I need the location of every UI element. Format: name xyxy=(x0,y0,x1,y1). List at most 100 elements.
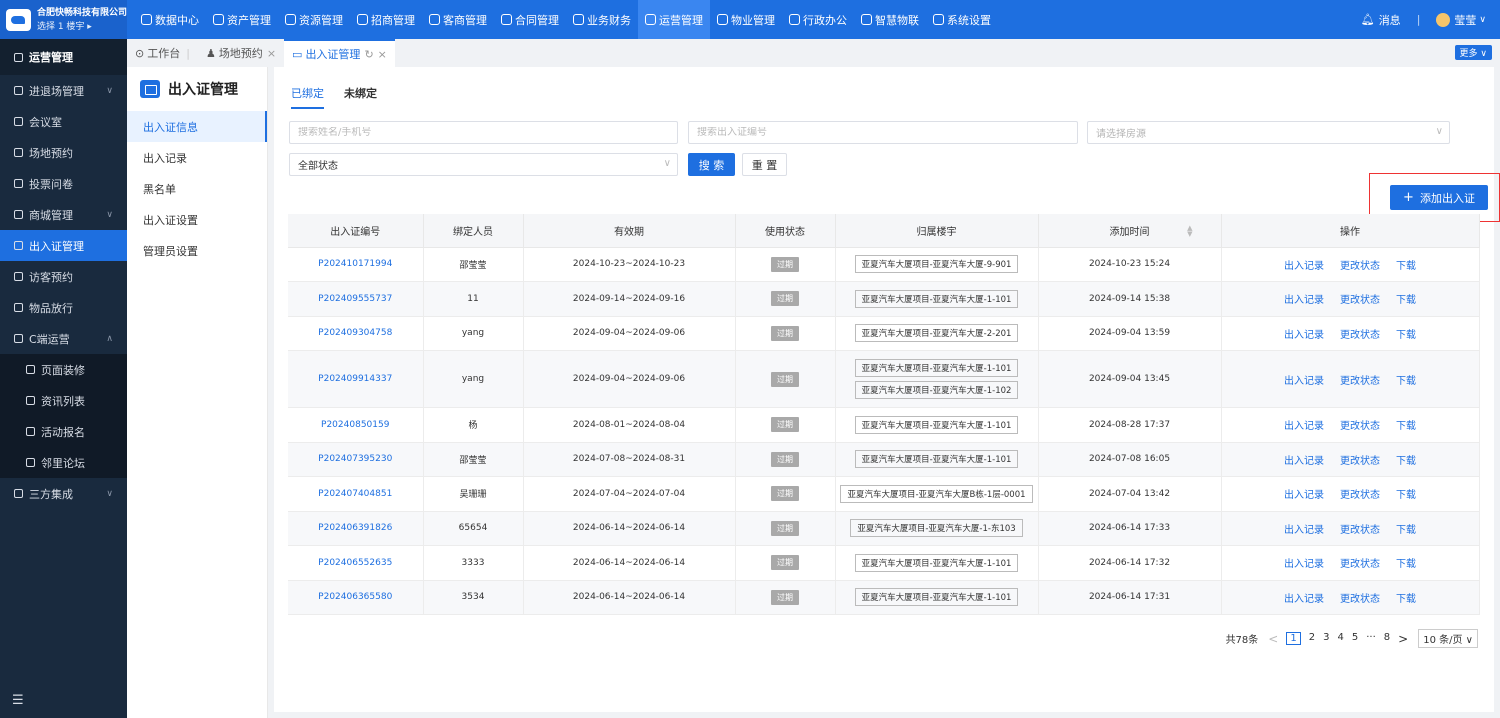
top-nav-item[interactable]: 业务财务 xyxy=(566,0,638,39)
change-status-link[interactable]: 更改状态 xyxy=(1340,421,1380,432)
top-nav-item[interactable]: 系统设置 xyxy=(926,0,998,39)
sidebar-item[interactable]: 邻里论坛 xyxy=(0,447,127,478)
change-status-link[interactable]: 更改状态 xyxy=(1340,261,1380,272)
sub-menu-item[interactable]: 管理员设置 xyxy=(127,235,267,266)
add-pass-button[interactable]: + 添加出入证 xyxy=(1390,185,1488,210)
page-number[interactable]: 8 xyxy=(1384,632,1390,645)
page-size-select[interactable]: 10 条/页 ∨ xyxy=(1418,629,1478,648)
next-page-icon[interactable]: > xyxy=(1398,632,1408,646)
sidebar-item[interactable]: 资讯列表 xyxy=(0,385,127,416)
name-phone-search-field[interactable] xyxy=(289,121,678,144)
sidebar-item[interactable]: 三方集成 ∨ xyxy=(0,478,127,509)
page-number[interactable]: 2 xyxy=(1309,632,1315,645)
tab-pass-management[interactable]: ▭ 出入证管理 ↻ × xyxy=(284,39,395,67)
sidebar-item[interactable]: 访客预约 xyxy=(0,261,127,292)
page-number[interactable]: 1 xyxy=(1286,632,1301,645)
sidebar-item[interactable]: 出入证管理 xyxy=(0,230,127,261)
pass-code-link[interactable]: P20240850159 xyxy=(288,407,424,443)
sidebar-item[interactable]: 商城管理 ∨ xyxy=(0,199,127,230)
close-icon[interactable]: × xyxy=(267,47,276,60)
pass-code-link[interactable]: P202407395230 xyxy=(288,442,424,477)
collapse-menu-icon[interactable]: ☰ xyxy=(12,693,24,708)
sidebar-item[interactable]: 活动报名 xyxy=(0,416,127,447)
access-records-link[interactable]: 出入记录 xyxy=(1284,330,1324,341)
room-select[interactable]: 请选择房源 ∨ xyxy=(1087,121,1450,144)
page-number[interactable]: 5 xyxy=(1352,632,1358,645)
sub-menu-item[interactable]: 出入记录 xyxy=(127,142,267,173)
pass-code-search-input[interactable] xyxy=(697,127,1077,138)
download-link[interactable]: 下载 xyxy=(1396,490,1416,501)
sub-menu-item[interactable]: 出入证设置 xyxy=(127,204,267,235)
top-nav-item[interactable]: 招商管理 xyxy=(350,0,422,39)
download-link[interactable]: 下载 xyxy=(1396,594,1416,605)
top-nav-item[interactable]: 资源管理 xyxy=(278,0,350,39)
status-select[interactable]: 全部状态 ∨ xyxy=(289,153,678,176)
change-status-link[interactable]: 更改状态 xyxy=(1340,559,1380,570)
access-records-link[interactable]: 出入记录 xyxy=(1284,490,1324,501)
top-nav-item[interactable]: 物业管理 xyxy=(710,0,782,39)
search-button[interactable]: 搜 索 xyxy=(688,153,735,176)
change-status-link[interactable]: 更改状态 xyxy=(1340,594,1380,605)
download-link[interactable]: 下载 xyxy=(1396,456,1416,467)
page-number[interactable]: 3 xyxy=(1323,632,1329,645)
brand-switcher[interactable]: 合肥快畅科技有限公司 选择 1 楼宇 ▸ xyxy=(0,0,127,39)
access-records-link[interactable]: 出入记录 xyxy=(1284,559,1324,570)
top-nav-item[interactable]: 运营管理 xyxy=(638,0,710,39)
download-link[interactable]: 下载 xyxy=(1396,376,1416,387)
download-link[interactable]: 下载 xyxy=(1396,330,1416,341)
top-nav-item[interactable]: 资产管理 xyxy=(206,0,278,39)
change-status-link[interactable]: 更改状态 xyxy=(1340,456,1380,467)
access-records-link[interactable]: 出入记录 xyxy=(1284,456,1324,467)
download-link[interactable]: 下载 xyxy=(1396,295,1416,306)
sidebar-item[interactable]: 会议室 xyxy=(0,106,127,137)
name-phone-search-input[interactable] xyxy=(298,127,677,138)
download-link[interactable]: 下载 xyxy=(1396,421,1416,432)
pass-code-search-field[interactable] xyxy=(688,121,1078,144)
top-nav-item[interactable]: 行政办公 xyxy=(782,0,854,39)
pass-code-link[interactable]: P202406365580 xyxy=(288,580,424,615)
access-records-link[interactable]: 出入记录 xyxy=(1284,525,1324,536)
top-nav-item[interactable]: 智慧物联 xyxy=(854,0,926,39)
floor-selector[interactable]: 选择 1 楼宇 ▸ xyxy=(37,21,127,33)
sidebar-item[interactable]: 物品放行 xyxy=(0,292,127,323)
access-records-link[interactable]: 出入记录 xyxy=(1284,295,1324,306)
close-icon[interactable]: × xyxy=(378,48,387,61)
change-status-link[interactable]: 更改状态 xyxy=(1340,330,1380,341)
tab-unbound[interactable]: 未绑定 xyxy=(344,85,377,109)
download-link[interactable]: 下载 xyxy=(1396,261,1416,272)
sort-icon[interactable]: ▲ ▼ xyxy=(1187,225,1192,238)
sidebar-item[interactable]: 投票问卷 xyxy=(0,168,127,199)
prev-page-icon[interactable]: < xyxy=(1268,632,1278,646)
tab-venue-booking[interactable]: ♟ 场地预约 × xyxy=(198,39,284,67)
sub-menu-item[interactable]: 出入证信息 xyxy=(127,111,267,142)
change-status-link[interactable]: 更改状态 xyxy=(1340,490,1380,501)
sidebar-head[interactable]: 运营管理 xyxy=(0,39,127,75)
messages-link[interactable]: 🔔︎ 消息 xyxy=(1361,12,1401,28)
refresh-icon[interactable]: ↻ xyxy=(364,48,373,61)
pass-code-link[interactable]: P202409555737 xyxy=(288,281,424,317)
sidebar-item[interactable]: 场地预约 xyxy=(0,137,127,168)
top-nav-item[interactable]: 合同管理 xyxy=(494,0,566,39)
pass-code-link[interactable]: P202406552635 xyxy=(288,545,424,581)
access-records-link[interactable]: 出入记录 xyxy=(1284,376,1324,387)
sidebar-item[interactable]: C端运营 ∧ xyxy=(0,323,127,354)
download-link[interactable]: 下载 xyxy=(1396,559,1416,570)
pass-code-link[interactable]: P202406391826 xyxy=(288,511,424,546)
pass-code-link[interactable]: P202409914337 xyxy=(288,350,424,408)
tab-bound[interactable]: 已绑定 xyxy=(291,85,324,109)
tab-workbench[interactable]: ⊙ 工作台 | xyxy=(127,39,198,67)
access-records-link[interactable]: 出入记录 xyxy=(1284,421,1324,432)
sidebar-item[interactable]: 进退场管理 ∨ xyxy=(0,75,127,106)
change-status-link[interactable]: 更改状态 xyxy=(1340,376,1380,387)
pass-code-link[interactable]: P202410171994 xyxy=(288,247,424,282)
sidebar-item[interactable]: 页面装修 xyxy=(0,354,127,385)
access-records-link[interactable]: 出入记录 xyxy=(1284,594,1324,605)
user-menu[interactable]: 莹莹 ∨ xyxy=(1436,12,1486,28)
pass-code-link[interactable]: P202407404851 xyxy=(288,476,424,512)
page-number[interactable]: 4 xyxy=(1337,632,1343,645)
sub-menu-item[interactable]: 黑名单 xyxy=(127,173,267,204)
col-added-time[interactable]: 添加时间 ▲ ▼ xyxy=(1038,214,1222,248)
top-nav-item[interactable]: 数据中心 xyxy=(134,0,206,39)
reset-button[interactable]: 重 置 xyxy=(742,153,787,176)
download-link[interactable]: 下载 xyxy=(1396,525,1416,536)
